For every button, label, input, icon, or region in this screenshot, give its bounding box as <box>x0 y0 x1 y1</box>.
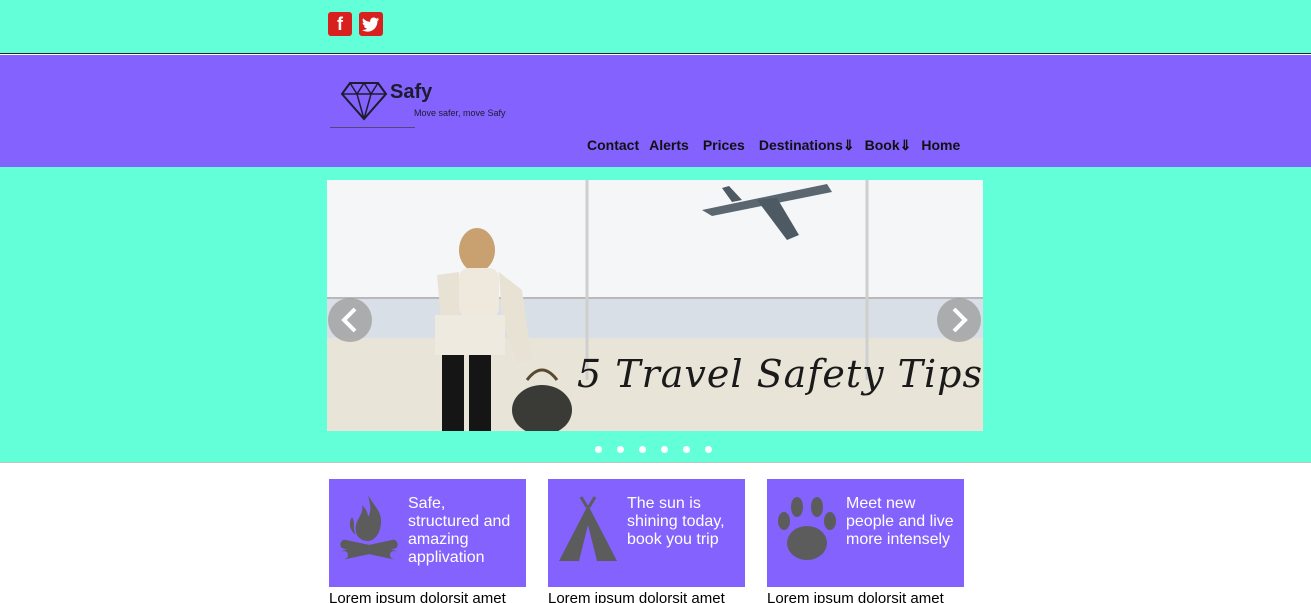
slider-dot-2[interactable] <box>617 446 624 453</box>
social-bar: f <box>0 0 1311 54</box>
slider-dot-3[interactable] <box>639 446 646 453</box>
nav-book[interactable]: Book⇓ <box>865 137 922 154</box>
next-slide-button[interactable] <box>937 298 981 342</box>
campfire-icon <box>340 495 398 560</box>
slide-image: 5 Travel Safety Tips <box>327 180 983 431</box>
chevron-left-icon <box>341 307 357 333</box>
facebook-icon[interactable]: f <box>328 12 352 36</box>
feature-card-text: Meet new people and live more intensely <box>846 495 954 548</box>
brand-tagline: Move safer, move Safy <box>414 108 506 118</box>
nav-contact[interactable]: Contact <box>587 137 649 154</box>
brand-name: Safy <box>390 81 433 103</box>
site-header: Safy Move safer, move Safy Contact Alert… <box>0 55 1311 167</box>
nav-destinations[interactable]: Destinations⇓ <box>759 137 865 154</box>
slider-dot-4[interactable] <box>661 446 668 453</box>
slider-dot-5[interactable] <box>683 446 690 453</box>
slider-dot-1[interactable] <box>595 446 602 453</box>
logo-underline <box>330 127 415 128</box>
card-1-description: Lorem ipsum dolorsit amet <box>329 590 506 603</box>
card-2-description: Lorem ipsum dolorsit amet <box>548 590 725 603</box>
logo[interactable]: Safy Move safer, move Safy <box>330 77 520 133</box>
feature-card-1[interactable]: Safe, structured and amazing applivation <box>329 479 526 587</box>
tent-icon <box>559 496 617 561</box>
chevron-right-icon <box>952 307 968 333</box>
slide-caption: 5 Travel Safety Tips <box>577 352 983 396</box>
feature-card-3[interactable]: Meet new people and live more intensely <box>767 479 964 587</box>
feature-card-text: Safe, structured and amazing applivation <box>408 495 511 566</box>
slider-dots <box>595 446 712 453</box>
main-nav: Contact Alerts Prices Destinations⇓ Book… <box>587 137 974 154</box>
nav-home[interactable]: Home <box>921 137 974 154</box>
twitter-icon[interactable] <box>359 12 383 36</box>
card-3-description: Lorem ipsum dolorsit amet <box>767 590 944 603</box>
prev-slide-button[interactable] <box>328 298 372 342</box>
paw-icon <box>778 497 836 560</box>
slider-dot-6[interactable] <box>705 446 712 453</box>
nav-prices[interactable]: Prices <box>703 137 759 154</box>
twitter-bird-icon <box>362 17 379 32</box>
hero-section: 5 Travel Safety Tips <box>0 167 1311 463</box>
nav-alerts[interactable]: Alerts <box>649 137 703 154</box>
feature-card-text: The sun is shining today, book you trip <box>627 495 725 548</box>
feature-card-2[interactable]: The sun is shining today, book you trip <box>548 479 745 587</box>
diamond-icon <box>340 81 388 121</box>
